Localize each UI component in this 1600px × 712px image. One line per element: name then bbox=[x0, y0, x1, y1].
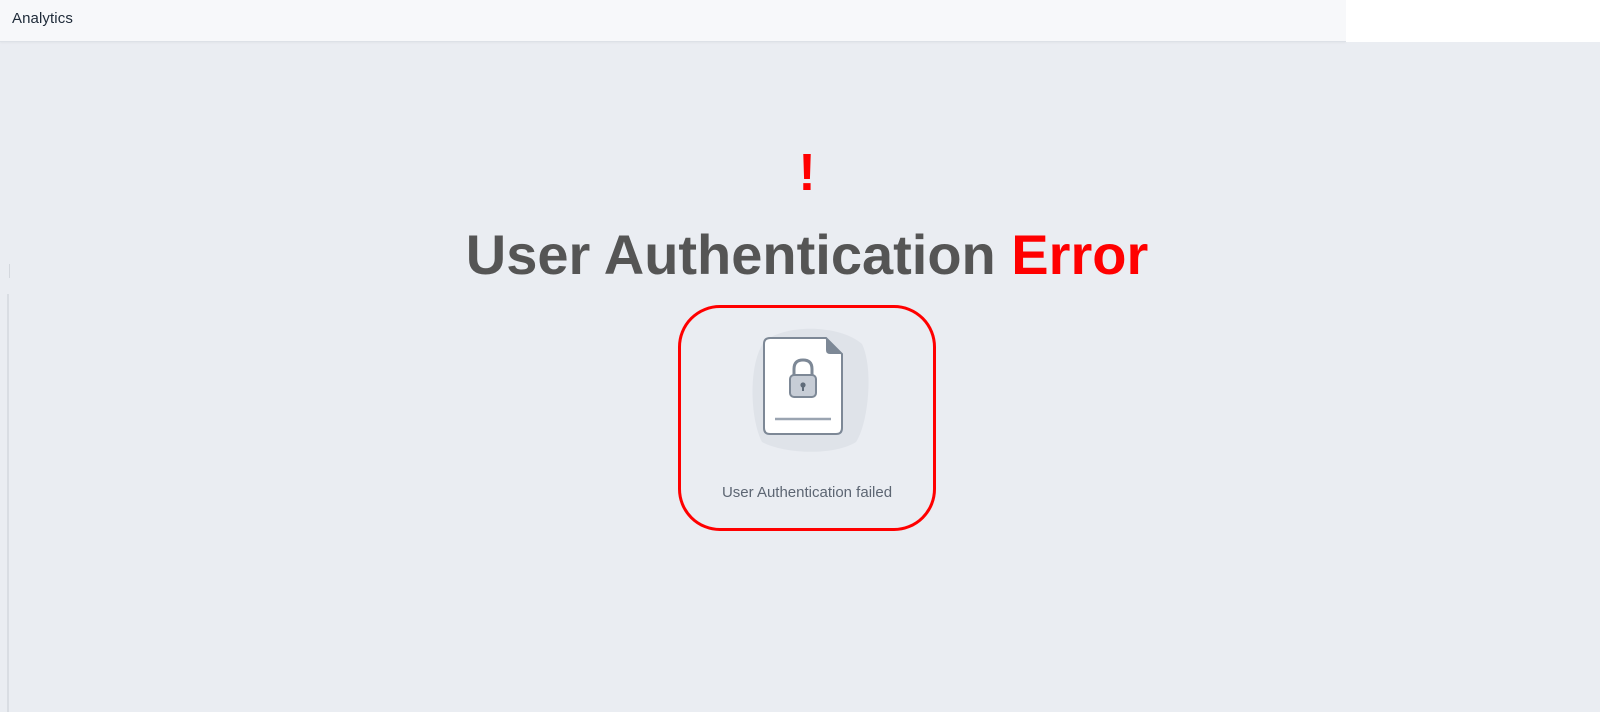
top-bar-blank-area bbox=[1346, 0, 1600, 42]
error-card: User Authentication failed bbox=[678, 305, 936, 531]
top-bar: Analytics bbox=[0, 0, 1346, 42]
error-message: User Authentication failed bbox=[721, 484, 893, 501]
left-edge-divider bbox=[7, 294, 9, 712]
app-title: Analytics bbox=[12, 10, 73, 27]
error-heading-main: User Authentication bbox=[465, 223, 996, 286]
locked-document-icon bbox=[752, 328, 869, 452]
error-heading: User Authentication Error bbox=[0, 222, 1600, 288]
error-exclamation-icon: ! bbox=[798, 144, 816, 202]
error-heading-accent: Error bbox=[1011, 223, 1149, 286]
